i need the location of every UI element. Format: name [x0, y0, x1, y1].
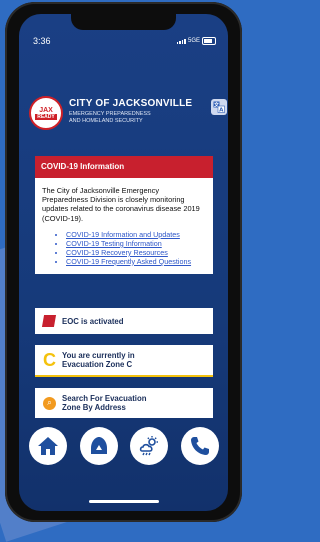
zone-label: You are currently in Evacuation Zone C: [62, 351, 135, 369]
link-covid-info[interactable]: COVID-19 Information and Updates: [66, 230, 206, 239]
link-covid-faq[interactable]: COVID-19 Frequently Asked Questions: [66, 257, 206, 266]
shelter-button[interactable]: [79, 427, 118, 465]
search-icon: ⌕: [43, 396, 56, 410]
covid-body: The City of Jacksonville Emergency Prepa…: [35, 178, 213, 274]
status-indicators: 5GE: [176, 37, 216, 45]
app-title: CITY OF JACKSONVILLE: [69, 98, 193, 109]
zone-label-line-2: Evacuation Zone C: [62, 360, 133, 369]
signal-icon: [176, 38, 186, 44]
shelter-icon: [90, 437, 107, 454]
translate-icon[interactable]: 文 A: [211, 99, 227, 115]
search-label-line-1: Search For Evacuation: [62, 394, 147, 403]
phone-icon: [190, 437, 209, 455]
weather-button[interactable]: [130, 427, 169, 465]
subtitle-line-1: EMERGENCY PREPAREDNESS: [69, 111, 151, 117]
search-label: Search For Evacuation Zone By Address: [62, 394, 147, 412]
covid-card: COVID-19 Information The City of Jackson…: [35, 156, 213, 274]
phone-frame: 3:36 5GE JAX READY CITY OF JACKSONVILLE …: [5, 2, 242, 522]
status-time: 3:36: [33, 36, 51, 46]
evacuation-zone-tile[interactable]: C You are currently in Evacuation Zone C: [35, 345, 213, 377]
svg-text:A: A: [219, 108, 224, 114]
home-button[interactable]: [29, 427, 67, 465]
eoc-status-tile[interactable]: EOC is activated: [35, 308, 213, 334]
link-covid-testing[interactable]: COVID-19 Testing Information: [66, 239, 206, 248]
app-subtitle: EMERGENCY PREPAREDNESS AND HOMELAND SECU…: [69, 111, 151, 125]
zone-label-line-1: You are currently in: [62, 351, 135, 360]
home-icon: [38, 437, 58, 455]
eoc-label: EOC is activated: [62, 316, 124, 326]
eoc-icon: [41, 315, 57, 327]
logo-text-ready: READY: [35, 113, 57, 120]
app-header: JAX READY CITY OF JACKSONVILLE EMERGENCY…: [29, 96, 227, 142]
home-indicator[interactable]: [89, 500, 159, 503]
link-covid-recovery[interactable]: COVID-19 Recovery Resources: [66, 248, 206, 257]
network-label: 5GE: [187, 38, 200, 44]
notch: [71, 14, 176, 30]
zone-letter-badge: C: [43, 350, 56, 370]
subtitle-line-2: AND HOMELAND SECURITY: [69, 118, 143, 124]
jax-ready-logo: JAX READY: [29, 96, 63, 130]
weather-icon: [140, 436, 159, 456]
app-screen: 3:36 5GE JAX READY CITY OF JACKSONVILLE …: [19, 14, 228, 511]
logo-text-jax: JAX: [39, 106, 53, 114]
covid-links: COVID-19 Information and Updates COVID-1…: [42, 230, 206, 266]
covid-description: The City of Jacksonville Emergency Prepa…: [42, 186, 200, 223]
bottom-nav: [29, 427, 219, 465]
search-zone-tile[interactable]: ⌕ Search For Evacuation Zone By Address: [35, 388, 213, 418]
covid-heading: COVID-19 Information: [35, 156, 213, 178]
phone-button[interactable]: [180, 427, 219, 465]
search-label-line-2: Zone By Address: [62, 403, 126, 412]
battery-icon: [202, 37, 216, 45]
